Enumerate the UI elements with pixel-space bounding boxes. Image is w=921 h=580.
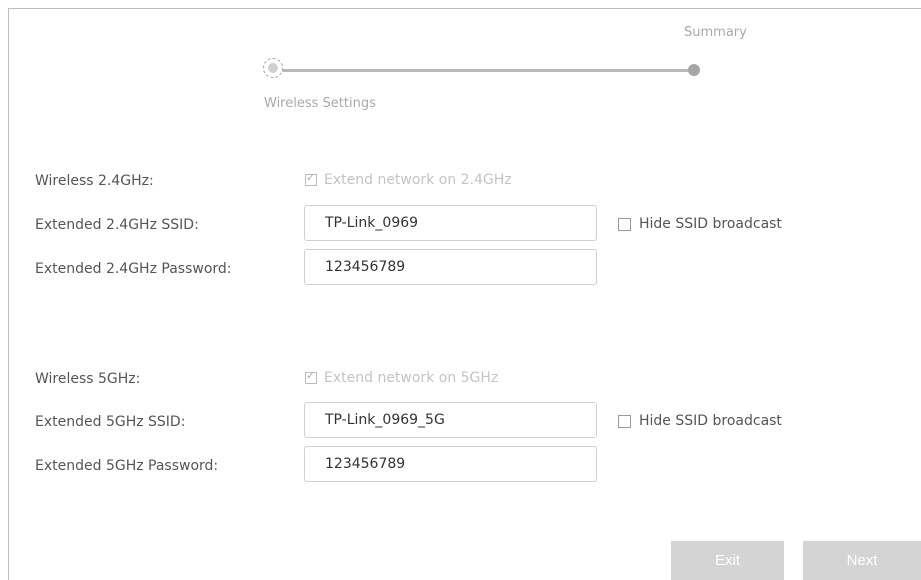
- password-5-input[interactable]: [305, 447, 596, 481]
- password-24-label: Extended 2.4GHz Password:: [35, 261, 232, 277]
- checkbox-icon[interactable]: [305, 369, 317, 384]
- extend-24-checkbox[interactable]: Extend network on 2.4GHz: [305, 171, 512, 188]
- exit-button[interactable]: Exit: [671, 541, 784, 580]
- ssid-24-input[interactable]: [305, 206, 596, 240]
- password-5-label: Extended 5GHz Password:: [35, 458, 219, 474]
- wireless-24-label: Wireless 2.4GHz:: [35, 173, 154, 189]
- checkbox-icon[interactable]: [618, 217, 631, 231]
- next-button[interactable]: Next: [803, 541, 921, 580]
- step-active-dot-icon: [263, 58, 283, 78]
- ssid-5-label: Extended 5GHz SSID:: [35, 414, 186, 430]
- ssid-5-input[interactable]: [305, 403, 596, 437]
- step-label-summary: Summary: [684, 25, 747, 40]
- ssid-24-field[interactable]: [304, 205, 597, 241]
- ssid-5-field[interactable]: [304, 402, 597, 438]
- hide-ssid-24-checkbox[interactable]: Hide SSID broadcast: [618, 216, 782, 232]
- password-5-field[interactable]: [304, 446, 597, 482]
- hide-ssid-5-checkbox[interactable]: Hide SSID broadcast: [618, 413, 782, 429]
- checkbox-icon[interactable]: [305, 171, 317, 186]
- extend-5-label: Extend network on 5GHz: [324, 370, 499, 386]
- password-24-field[interactable]: [304, 249, 597, 285]
- hide-ssid-5-label: Hide SSID broadcast: [639, 413, 782, 429]
- stepper-track: [280, 69, 695, 72]
- wireless-5-label: Wireless 5GHz:: [35, 371, 141, 387]
- extend-24-label: Extend network on 2.4GHz: [324, 172, 512, 188]
- checkbox-icon[interactable]: [618, 414, 631, 428]
- step-label-wireless-settings: Wireless Settings: [264, 96, 376, 111]
- step-dot-icon: [688, 64, 700, 76]
- extend-5-checkbox[interactable]: Extend network on 5GHz: [305, 369, 499, 386]
- ssid-24-label: Extended 2.4GHz SSID:: [35, 217, 199, 233]
- password-24-input[interactable]: [305, 250, 596, 284]
- wizard-panel: [8, 8, 921, 580]
- hide-ssid-24-label: Hide SSID broadcast: [639, 216, 782, 232]
